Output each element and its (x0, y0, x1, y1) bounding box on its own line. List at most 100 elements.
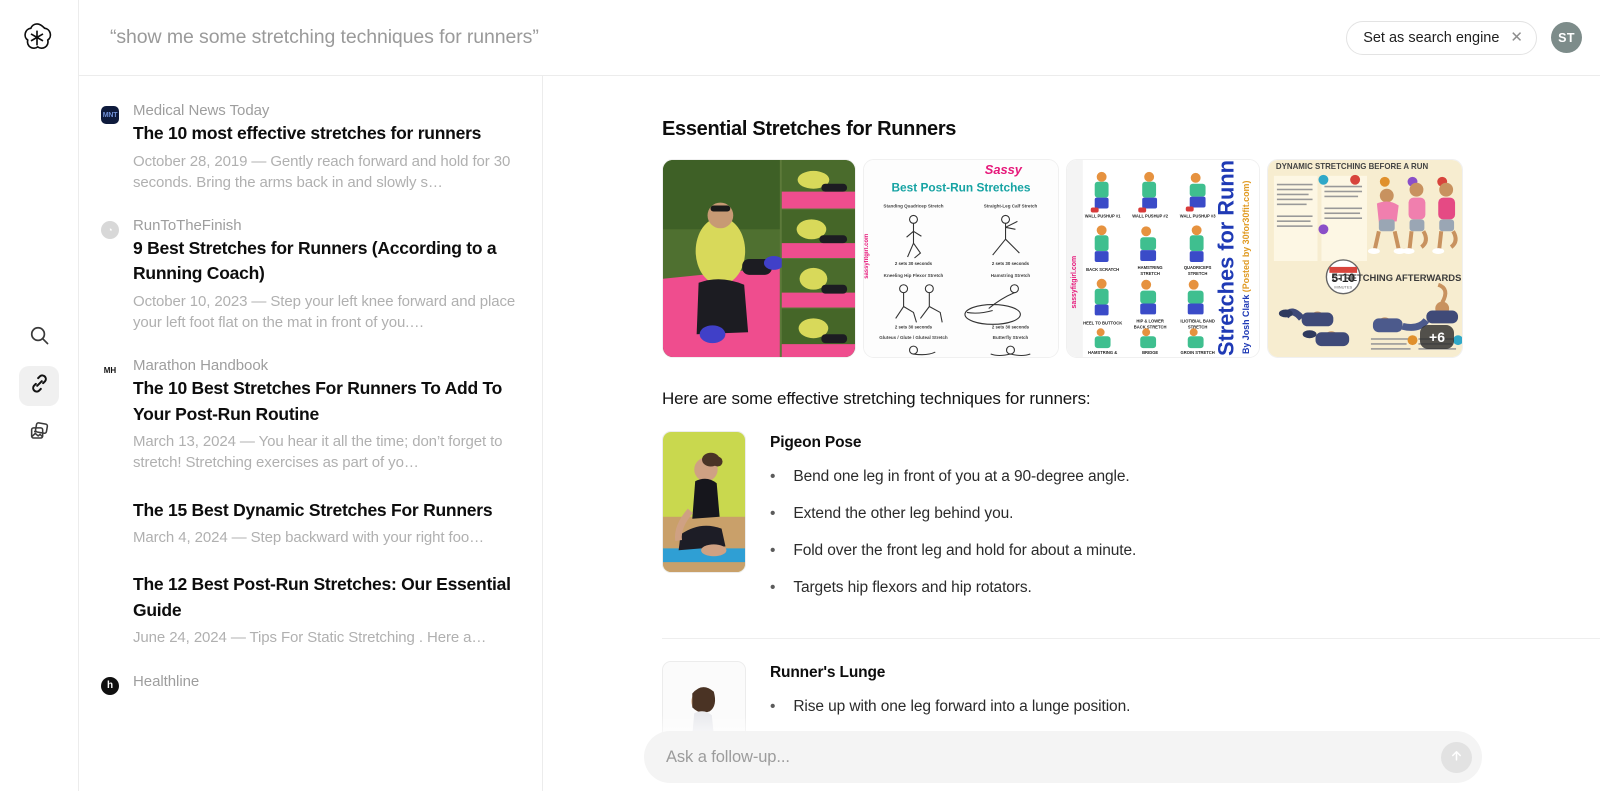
svg-text:WALL PUSHUP #1: WALL PUSHUP #1 (1085, 213, 1121, 218)
result-source: Medical News Today (133, 102, 270, 119)
link-icon (28, 372, 51, 400)
send-button[interactable] (1441, 741, 1472, 773)
bullet-dot: • (770, 505, 776, 522)
result-title[interactable]: The 15 Best Dynamic Stretches For Runner… (133, 498, 520, 524)
favicon-slot: MH (101, 357, 119, 473)
result-body: Marathon Handbook The 10 Best Stretches … (133, 357, 520, 473)
result-body: The 15 Best Dynamic Stretches For Runner… (133, 498, 520, 549)
result-item[interactable]: MH Marathon Handbook The 10 Best Stretch… (101, 357, 520, 497)
search-results-panel[interactable]: MNT Medical News Today The 10 most effec… (78, 76, 543, 791)
result-title[interactable]: 9 Best Stretches for Runners (According … (133, 236, 520, 287)
gallery-thumb[interactable]: Sassy Best Post-Run Stretches Standing Q… (863, 159, 1059, 358)
svg-text:Best Post-Run Stretches: Best Post-Run Stretches (891, 181, 1030, 195)
favicon-slot: ◔ (101, 217, 119, 333)
composer[interactable] (644, 731, 1482, 783)
result-title[interactable]: The 10 Best Stretches For Runners To Add… (133, 376, 520, 427)
result-item[interactable]: ◔ RunToTheFinish 9 Best Stretches for Ru… (101, 217, 520, 357)
bullet-text: Targets hip flexors and hip rotators. (793, 579, 1032, 596)
svg-text:DYNAMIC STRETCHING BEFORE A RU: DYNAMIC STRETCHING BEFORE A RUN (1276, 162, 1429, 171)
rail-icon-group (0, 318, 78, 454)
svg-text:BRIDGE: BRIDGE (1142, 350, 1158, 355)
technique-thumbnail[interactable] (662, 431, 746, 573)
rail-item-images[interactable] (19, 414, 59, 454)
avatar[interactable]: ST (1551, 22, 1582, 53)
rail-item-search[interactable] (19, 318, 59, 358)
result-item[interactable]: h Healthline (101, 673, 520, 719)
bullet-text: Fold over the front leg and hold for abo… (793, 542, 1137, 559)
answer-panel[interactable]: Essential Stretches for Runners Sassy Be… (543, 76, 1600, 791)
favicon-slot (101, 572, 119, 648)
bullet-dot: • (770, 542, 776, 559)
favicon-slot: h (101, 673, 119, 695)
favicon-slot (101, 498, 119, 549)
svg-text:Sassy: Sassy (985, 162, 1023, 177)
bullet-item: • Bend one leg in front of you at a 90-de… (770, 468, 1600, 486)
svg-text:BACK SCRATCH: BACK SCRATCH (1086, 267, 1119, 272)
bullet-text: Extend the other leg behind you. (793, 505, 1014, 522)
set-as-search-engine-button[interactable]: Set as search engine ✕ (1346, 20, 1537, 55)
result-body: Medical News Today The 10 most effective… (133, 102, 520, 193)
result-item[interactable]: The 12 Best Post-Run Stretches: Our Esse… (101, 572, 520, 672)
result-snippet: June 24, 2024 — Tips For Static Stretchi… (133, 629, 487, 647)
svg-text:HAMSTRING &: HAMSTRING & (1088, 350, 1117, 355)
svg-text:MINUTES: MINUTES (1334, 285, 1352, 290)
gallery-thumb[interactable]: DYNAMIC STRETCHING BEFORE A RUN 5-10 MIN… (1267, 159, 1463, 358)
close-icon[interactable]: ✕ (1510, 30, 1523, 45)
favicon-slot: MNT (101, 102, 119, 193)
svg-text:Hamstring Stretch: Hamstring Stretch (991, 273, 1031, 278)
svg-text:By Josh Clark (Posted by 30for: By Josh Clark (Posted by 30for30fit.com) (1241, 181, 1251, 354)
images-icon (28, 420, 51, 448)
svg-text:sassyfitgirl.com: sassyfitgirl.com (1071, 256, 1078, 309)
svg-text:QUADRICEPS: QUADRICEPS (1184, 265, 1212, 270)
svg-text:WALL PUSHUP #2: WALL PUSHUP #2 (1132, 213, 1168, 218)
svg-text:WALL PUSHUP #3: WALL PUSHUP #3 (1180, 213, 1216, 218)
result-item[interactable]: The 15 Best Dynamic Stretches For Runner… (101, 498, 520, 573)
mnt-favicon: MNT (101, 106, 119, 124)
svg-text:STRETCH: STRETCH (1188, 324, 1208, 329)
svg-text:GROIN STRETCH: GROIN STRETCH (1181, 350, 1215, 355)
svg-text:sassyfitgirl.com: sassyfitgirl.com (864, 234, 870, 279)
result-snippet: March 13, 2024 — You hear it all the tim… (133, 433, 503, 472)
gallery-thumb[interactable]: sassyfitgirl.com WALL PUSHUP #1 WALL PUS… (1066, 159, 1260, 358)
search-icon (28, 324, 51, 352)
svg-text:2 sets 30 seconds: 2 sets 30 seconds (895, 324, 933, 329)
svg-text:Straight-Leg Calf Stretch: Straight-Leg Calf Stretch (984, 204, 1038, 209)
technique-name: Runner's Lunge (770, 664, 886, 681)
technique-bullets: • Bend one leg in front of you at a 90-de… (770, 468, 1600, 597)
answer-title: Essential Stretches for Runners (662, 118, 957, 140)
openai-logo[interactable] (18, 19, 56, 57)
runtothefinish-favicon: ◔ (101, 220, 119, 239)
result-body: The 12 Best Post-Run Stretches: Our Esse… (133, 572, 520, 648)
search-results-list: MNT Medical News Today The 10 most effec… (79, 76, 542, 719)
svg-text:HAMSTRING: HAMSTRING (1138, 265, 1163, 270)
result-title[interactable]: The 12 Best Post-Run Stretches: Our Esse… (133, 572, 520, 623)
result-title[interactable]: The 10 most effective stretches for runn… (133, 121, 520, 147)
bullet-dot: • (770, 579, 776, 596)
answer-content: Essential Stretches for Runners Sassy Be… (543, 76, 1600, 791)
bullet-item: • Rise up with one leg forward into a lun… (770, 698, 1600, 716)
technique-item: Pigeon Pose • Bend one leg in front of yo… (662, 431, 1600, 639)
svg-text:Kneeling Hip Flexor Stretch: Kneeling Hip Flexor Stretch (884, 273, 944, 278)
result-snippet: October 28, 2019 — Gently reach forward … (133, 152, 511, 191)
svg-text:ILIOTIBIAL BAND: ILIOTIBIAL BAND (1180, 318, 1214, 323)
top-bar-actions: Set as search engine ✕ ST (1346, 20, 1582, 55)
gallery-thumb[interactable] (662, 159, 856, 358)
result-item[interactable]: MNT Medical News Today The 10 most effec… (101, 102, 520, 217)
image-gallery: Sassy Best Post-Run Stretches Standing Q… (662, 159, 1600, 358)
result-body: RunToTheFinish 9 Best Stretches for Runn… (133, 217, 520, 333)
healthline-favicon: h (101, 676, 119, 695)
marathonhandbook-favicon: MH (101, 361, 119, 380)
rail-item-links[interactable] (19, 366, 59, 406)
bullet-dot: • (770, 698, 776, 715)
follow-up-input[interactable] (666, 747, 1441, 767)
more-images-badge[interactable]: +6 (1420, 325, 1454, 349)
bullet-item: • Fold over the front leg and hold for ab… (770, 542, 1600, 560)
result-source: Marathon Handbook (133, 357, 269, 375)
result-body: Healthline (133, 673, 520, 695)
svg-text:STRETCH: STRETCH (1188, 271, 1208, 276)
svg-text:Standing Quadricep Stretch: Standing Quadricep Stretch (883, 204, 943, 209)
top-bar: “show me some stretching techniques for … (78, 0, 1600, 76)
set-as-search-engine-label: Set as search engine (1363, 29, 1500, 46)
svg-text:STRETCHING AFTERWARDS: STRETCHING AFTERWARDS (1332, 272, 1461, 283)
query-display[interactable]: “show me some stretching techniques for … (110, 26, 539, 49)
